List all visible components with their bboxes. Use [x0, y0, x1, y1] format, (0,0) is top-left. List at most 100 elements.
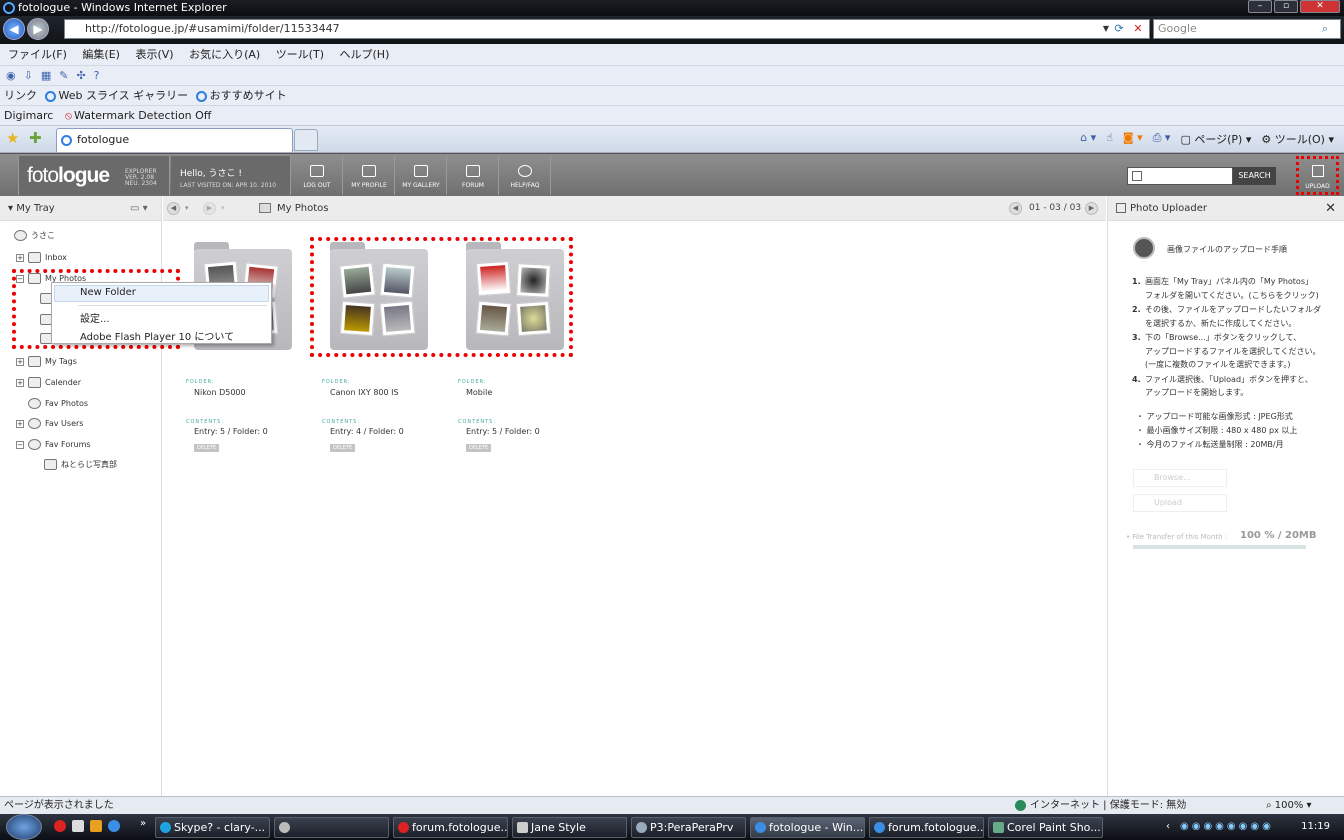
maximize-button[interactable]: ▫ — [1274, 0, 1298, 13]
breadcrumb: My Photos — [259, 196, 328, 221]
page-prev-button[interactable]: ◀ — [1009, 202, 1022, 215]
tray-item-inbox[interactable]: + Inbox — [16, 252, 67, 263]
context-settings[interactable]: 設定... — [80, 310, 110, 325]
clock[interactable]: 11:19 — [1301, 814, 1330, 840]
tray-item-user[interactable]: うさこ — [14, 230, 55, 241]
upload-guide-icon — [1133, 237, 1155, 259]
task-jane-style[interactable]: Jane Style — [512, 817, 627, 838]
logout-button[interactable]: LOG OUT — [292, 156, 343, 195]
my-profile-button[interactable]: MY PROFILE — [344, 156, 395, 195]
transfer-quota: • File Transfer of this Month : 100 % / … — [1126, 530, 1326, 549]
search-scope-icon[interactable] — [1132, 171, 1142, 181]
help-icon[interactable]: ? — [94, 69, 100, 82]
my-gallery-button[interactable]: MY GALLERY — [396, 156, 447, 195]
tray-icons[interactable]: ◉◉◉◉◉◉◉◉ — [1180, 814, 1274, 840]
app-icon[interactable] — [72, 820, 84, 832]
chevron-icon[interactable]: » — [140, 818, 146, 829]
app-icon[interactable] — [90, 820, 102, 832]
back-button[interactable]: ◀ — [3, 18, 25, 40]
upload-submit-button[interactable]: Upload — [1133, 494, 1227, 512]
favorites-star-icon[interactable]: ★ — [6, 129, 19, 147]
calc-icon[interactable]: ▦ — [41, 69, 51, 82]
menu-file[interactable]: ファイル(F) — [8, 48, 67, 61]
calendar-icon — [28, 377, 41, 388]
fotologue-logo[interactable]: fotologue EXPLORER VER. 2.08 NEU. 2304 — [18, 156, 170, 195]
stop-icon[interactable]: ✕ — [1130, 21, 1146, 37]
app-search-input[interactable] — [1127, 167, 1233, 185]
task-p3[interactable]: P3:PeraPeraPrv — [631, 817, 746, 838]
delete-button[interactable]: DELETE — [466, 444, 492, 452]
forward-button[interactable]: ▶ — [27, 18, 49, 40]
menu-favorites[interactable]: お気に入り(A) — [189, 48, 260, 61]
address-bar[interactable]: http://fotologue.jp/#usamimi/folder/1153… — [64, 19, 1150, 39]
minimize-button[interactable]: – — [1248, 0, 1272, 13]
context-new-folder[interactable]: New Folder — [80, 287, 136, 298]
page-menu[interactable]: ▢ ページ(P) ▾ — [1180, 131, 1251, 147]
tray-item-forum-sub[interactable]: ねとらじ写真部 — [44, 459, 117, 470]
menu-view[interactable]: 表示(V) — [135, 48, 173, 61]
app-icon — [517, 822, 528, 833]
app-search-button[interactable]: SEARCH — [1233, 167, 1276, 185]
download-icon[interactable]: ⇩ — [24, 69, 33, 82]
task-corel[interactable]: Corel Paint Sho... — [988, 817, 1103, 838]
print-icon[interactable]: ⎙ ▾ — [1153, 131, 1171, 147]
rss-icon[interactable]: ◙ ▾ — [1123, 131, 1143, 147]
forum-button[interactable]: FORUM — [448, 156, 499, 195]
status-bar: ページが表示されました インターネット | 保護モード: 無効 ⌕ 100% ▾ — [0, 796, 1344, 814]
link-web-slice[interactable]: Web スライス ギャラリー — [59, 89, 189, 102]
search-icon[interactable]: ⌕ — [1322, 20, 1328, 38]
menu-edit[interactable]: 編集(E) — [82, 48, 120, 61]
start-button[interactable] — [6, 814, 42, 840]
ie-icon[interactable] — [108, 820, 120, 832]
link-suggested-sites[interactable]: おすすめサイト — [210, 89, 287, 102]
address-dropdown-icon[interactable]: ▼ — [1103, 20, 1109, 38]
zoom-level[interactable]: ⌕ 100% ▾ — [1266, 797, 1312, 814]
tray-expand-icon[interactable]: ‹ — [1166, 814, 1170, 840]
add-favorites-icon[interactable]: ✚ — [29, 129, 42, 147]
help-faq-button[interactable]: HELP/FAQ — [500, 156, 551, 195]
delete-button[interactable]: DELETE — [194, 444, 220, 452]
window-titlebar: fotologue - Windows Internet Explorer – … — [0, 0, 1344, 16]
forum-icon — [466, 165, 480, 177]
next-dropdown-icon[interactable]: ▾ — [221, 196, 225, 221]
logout-icon — [310, 165, 324, 177]
next-nav-button[interactable]: ▶ — [203, 202, 216, 215]
watermark-toggle[interactable]: Watermark Detection Off — [74, 109, 211, 122]
task-fotologue[interactable]: fotologue - Win... — [750, 817, 865, 838]
menu-tools[interactable]: ツール(T) — [276, 48, 324, 61]
tray-item-fav-users[interactable]: + Fav Users — [16, 418, 83, 429]
opera-icon[interactable] — [54, 820, 66, 832]
tool-icon[interactable]: ✣ — [76, 69, 85, 82]
browser-search-input[interactable]: Google ⌕ — [1153, 19, 1341, 39]
menu-help[interactable]: ヘルプ(H) — [340, 48, 390, 61]
tray-item-my-tags[interactable]: + My Tags — [16, 356, 77, 367]
prev-dropdown-icon[interactable]: ▾ — [185, 196, 189, 221]
refresh-icon[interactable]: ⟳ — [1111, 21, 1127, 37]
page-next-button[interactable]: ▶ — [1085, 202, 1098, 215]
tab-fotologue[interactable]: fotologue — [56, 128, 293, 152]
task-app[interactable] — [274, 817, 389, 838]
home-icon[interactable]: ⌂ ▾ — [1080, 131, 1096, 147]
security-zone[interactable]: インターネット | 保護モード: 無効 — [1015, 797, 1186, 814]
close-uploader-button[interactable]: ✕ — [1325, 196, 1336, 221]
tray-item-calender[interactable]: + Calender — [16, 377, 81, 388]
tray-item-fav-photos[interactable]: Fav Photos — [28, 398, 88, 409]
delete-button[interactable]: DELETE — [330, 444, 356, 452]
tools-menu[interactable]: ⚙ ツール(O) ▾ — [1261, 131, 1334, 147]
new-tab-button[interactable] — [294, 129, 318, 151]
mail-icon — [28, 252, 41, 263]
task-forum-1[interactable]: forum.fotologue... — [393, 817, 508, 838]
user-icon[interactable]: ◉ — [6, 69, 16, 82]
prev-nav-button[interactable]: ◀ — [167, 202, 180, 215]
my-tray-header[interactable]: ▾ My Tray ▭ ▾ — [0, 196, 161, 221]
tray-item-fav-forums[interactable]: − Fav Forums — [16, 439, 91, 450]
hand-icon[interactable]: ☝ — [1106, 131, 1113, 147]
folder-menu-icon[interactable]: ▭ ▾ — [130, 196, 148, 221]
upload-button[interactable]: UPLOAD — [1296, 156, 1339, 195]
edit-icon[interactable]: ✎ — [59, 69, 68, 82]
browse-button[interactable]: Browse... — [1133, 469, 1227, 487]
context-about-flash[interactable]: Adobe Flash Player 10 について — [80, 328, 234, 343]
task-forum-2[interactable]: forum.fotologue... — [869, 817, 984, 838]
task-skype[interactable]: Skype? - clary-... — [155, 817, 270, 838]
close-window-button[interactable]: ✕ — [1300, 0, 1340, 13]
